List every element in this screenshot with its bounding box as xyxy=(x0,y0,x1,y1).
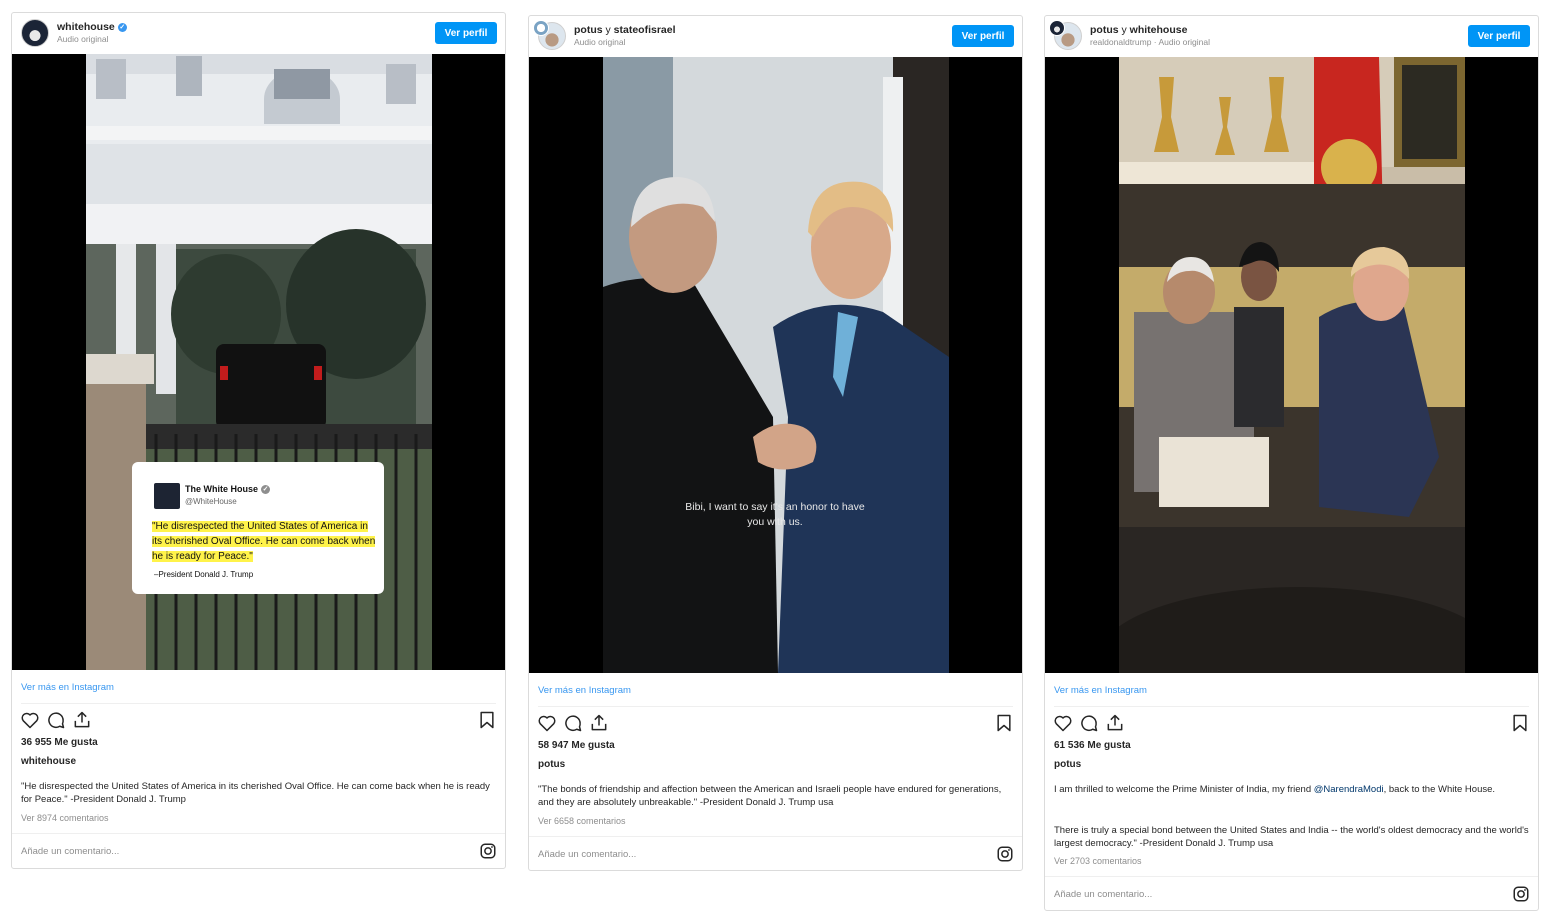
account-name[interactable]: whitehouse ✓ xyxy=(57,21,127,33)
add-comment-field[interactable]: Añade un comentario... xyxy=(21,846,119,857)
view-profile-button[interactable]: Ver perfil xyxy=(1468,25,1530,47)
view-profile-button[interactable]: Ver perfil xyxy=(952,25,1014,47)
instagram-icon[interactable] xyxy=(479,842,497,860)
caption-username[interactable]: potus xyxy=(538,759,565,770)
caption-username[interactable]: potus xyxy=(1054,759,1081,770)
heart-icon[interactable] xyxy=(20,710,40,730)
share-icon[interactable] xyxy=(1105,713,1125,733)
divider xyxy=(1045,876,1538,877)
instagram-icon[interactable] xyxy=(996,845,1014,863)
comment-icon[interactable] xyxy=(46,710,66,730)
view-profile-button[interactable]: Ver perfil xyxy=(435,22,497,44)
action-bar xyxy=(1053,713,1530,735)
instagram-icon[interactable] xyxy=(1512,885,1530,903)
action-bar xyxy=(537,713,1014,735)
divider xyxy=(21,703,496,704)
heart-icon[interactable] xyxy=(1053,713,1073,733)
audio-label[interactable]: Audio original xyxy=(574,37,626,47)
avatar[interactable] xyxy=(21,19,49,47)
audio-label[interactable]: realdonaldtrump · Audio original xyxy=(1090,37,1210,47)
video-media[interactable]: Bibi, I want to say it's an honor to hav… xyxy=(529,57,1022,673)
video-frame-oval-office xyxy=(1119,57,1465,673)
audio-label[interactable]: Audio original xyxy=(57,34,109,44)
see-more-link[interactable]: Ver más en Instagram xyxy=(1054,685,1147,696)
bookmark-icon[interactable] xyxy=(477,710,497,730)
caption-text-paragraph-2: There is truly a special bond between th… xyxy=(1054,825,1529,849)
tweet-author: The White House ✓ xyxy=(185,484,271,495)
add-comment-field[interactable]: Añade un comentario... xyxy=(1054,889,1152,900)
verified-icon: ✓ xyxy=(117,22,127,32)
caption-username[interactable]: whitehouse xyxy=(21,756,76,767)
caption-text: "He disrespected the United States of Am… xyxy=(21,781,490,805)
post-header: whitehouse ✓ Audio original Ver perfil xyxy=(12,13,505,53)
divider xyxy=(1054,706,1529,707)
tweet-handle: @WhiteHouse xyxy=(185,497,237,506)
account-name[interactable]: potus y whitehouse xyxy=(1090,24,1187,36)
likes-count[interactable]: 61 536 Me gusta xyxy=(1054,740,1131,751)
video-subtitle: Bibi, I want to say it's an honor to hav… xyxy=(685,501,865,528)
instagram-embed-post-3: potus y whitehouse realdonaldtrump · Aud… xyxy=(1044,15,1539,911)
instagram-embed-post-2: potus y stateofisrael Audio original Ver… xyxy=(528,15,1023,871)
divider xyxy=(12,833,505,834)
white-house-logo xyxy=(154,483,180,509)
comment-icon[interactable] xyxy=(1079,713,1099,733)
tweet-card: The White House ✓ @WhiteHouse "He disresp… xyxy=(132,462,384,594)
account-name[interactable]: potus y stateofisrael xyxy=(574,24,676,36)
comment-icon[interactable] xyxy=(563,713,583,733)
view-comments-link[interactable]: Ver 6658 comentarios xyxy=(538,816,626,826)
likes-count[interactable]: 36 955 Me gusta xyxy=(21,737,98,748)
avatar-secondary[interactable] xyxy=(533,20,549,36)
video-media[interactable]: The White House ✓ @WhiteHouse "He disresp… xyxy=(12,54,505,670)
post-header: potus y whitehouse realdonaldtrump · Aud… xyxy=(1045,16,1538,56)
caption-text: "The bonds of friendship and affection b… xyxy=(538,784,1002,808)
see-more-link[interactable]: Ver más en Instagram xyxy=(21,682,114,693)
instagram-embed-post-1: whitehouse ✓ Audio original Ver perfil T… xyxy=(11,12,506,869)
caption-text: I am thrilled to welcome the Prime Minis… xyxy=(1054,784,1496,795)
tweet-quote: "He disrespected the United States of Am… xyxy=(152,521,376,562)
see-more-link[interactable]: Ver más en Instagram xyxy=(538,685,631,696)
add-comment-field[interactable]: Añade un comentario... xyxy=(538,849,636,860)
share-icon[interactable] xyxy=(589,713,609,733)
verified-icon: ✓ xyxy=(261,485,271,495)
share-icon[interactable] xyxy=(72,710,92,730)
view-comments-link[interactable]: Ver 2703 comentarios xyxy=(1054,856,1142,866)
mention-link[interactable]: @NarendraModi xyxy=(1314,784,1384,795)
avatar-secondary[interactable] xyxy=(1049,20,1065,36)
video-media[interactable] xyxy=(1045,57,1538,673)
video-frame-handshake xyxy=(603,57,949,673)
bookmark-icon[interactable] xyxy=(994,713,1014,733)
likes-count[interactable]: 58 947 Me gusta xyxy=(538,740,615,751)
heart-icon[interactable] xyxy=(537,713,557,733)
view-comments-link[interactable]: Ver 8974 comentarios xyxy=(21,813,109,823)
divider xyxy=(538,706,1013,707)
tweet-attribution: –President Donald J. Trump xyxy=(154,570,254,579)
bookmark-icon[interactable] xyxy=(1510,713,1530,733)
post-header: potus y stateofisrael Audio original Ver… xyxy=(529,16,1022,56)
divider xyxy=(529,836,1022,837)
action-bar xyxy=(20,710,497,732)
